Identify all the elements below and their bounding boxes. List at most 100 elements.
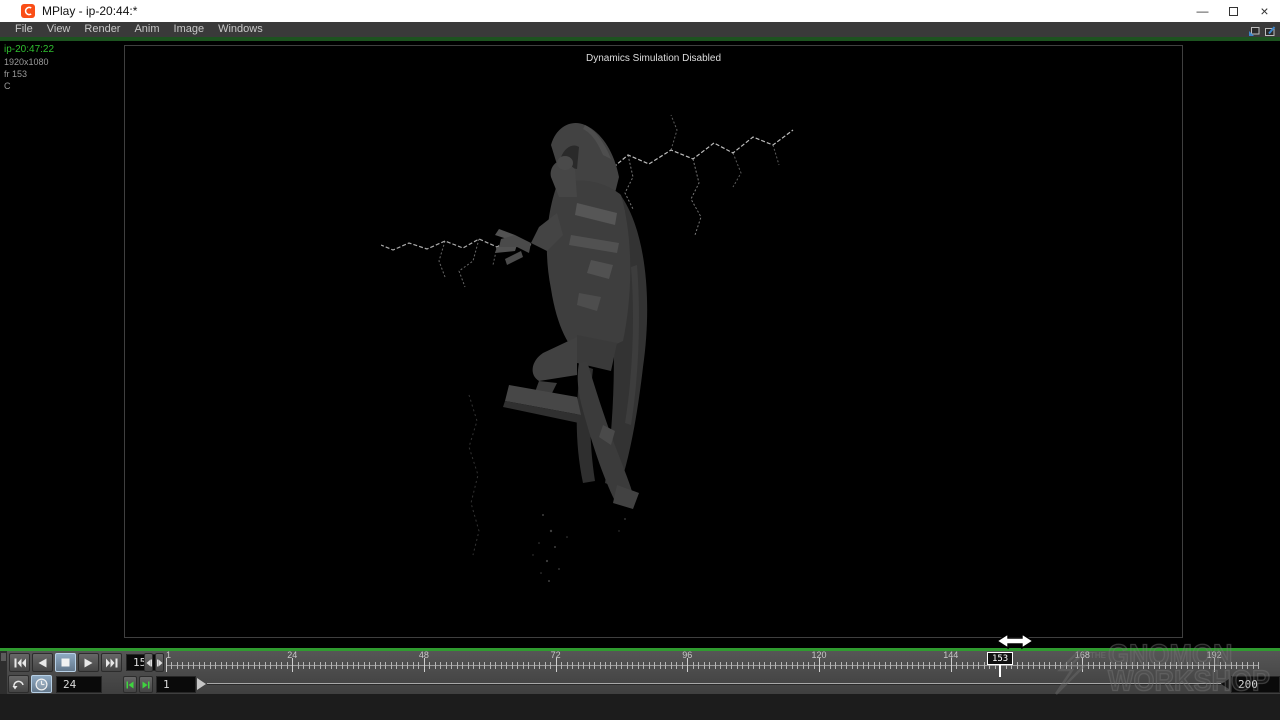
timeline-tick [171, 662, 172, 669]
timeline-tick [210, 662, 211, 669]
timeline-tick [907, 662, 908, 669]
timeline-tick [934, 662, 935, 669]
timeline-tick [589, 662, 590, 669]
timeline-tick [600, 662, 601, 669]
timeline-tick [204, 662, 205, 669]
timeline-tick [901, 662, 902, 669]
timeline-tick [830, 662, 831, 669]
go-to-start-button[interactable] [9, 653, 30, 672]
timeline-tick-label: 24 [287, 650, 297, 660]
playhead-flag[interactable]: 153 [987, 652, 1013, 665]
timeline-tick [1049, 662, 1050, 669]
timeline-tick [1192, 662, 1193, 669]
playbar-splitter-handle[interactable] [0, 651, 7, 694]
timeline-tick [1203, 662, 1204, 669]
timeline-tick [912, 662, 913, 669]
range-slider[interactable] [207, 683, 1221, 685]
timeline-tick [567, 662, 568, 669]
timeline-tick [221, 662, 222, 669]
timeline-tick [967, 662, 968, 669]
minimize-button[interactable]: — [1187, 0, 1218, 22]
timeline-tick [940, 662, 941, 669]
menu-view[interactable]: View [40, 22, 78, 37]
realtime-playback-button[interactable] [31, 675, 52, 693]
menu-anim[interactable]: Anim [127, 22, 166, 37]
step-back-button[interactable] [144, 653, 153, 672]
loop-icon [12, 678, 25, 690]
timeline-tick [1236, 662, 1237, 669]
fps-field[interactable]: 24 [56, 676, 102, 693]
timeline-tick [407, 662, 408, 669]
timeline-tick [265, 662, 266, 669]
set-range-end-button[interactable] [139, 676, 153, 693]
close-button[interactable]: × [1249, 0, 1280, 22]
timeline-tick [742, 662, 743, 669]
timeline-tick-label: 192 [1207, 650, 1222, 660]
timeline-tick [1242, 662, 1243, 669]
timeline-tick [1060, 662, 1061, 669]
timeline-tick [682, 662, 683, 669]
maximize-icon [1229, 7, 1238, 16]
playhead-frame-label: 153 [992, 654, 1008, 664]
menu-file[interactable]: File [8, 22, 40, 37]
go-to-end-button[interactable] [101, 653, 122, 672]
timeline-tick-label: 96 [682, 650, 692, 660]
timeline-tick [512, 662, 513, 669]
timeline-tick [331, 662, 332, 669]
play-forward-button[interactable] [78, 653, 99, 672]
timeline-playhead[interactable]: 153 [987, 652, 1013, 677]
play-icon [84, 658, 93, 668]
timeline-tick [1039, 662, 1040, 669]
timeline-tick [803, 662, 804, 669]
timeline-tick [808, 662, 809, 669]
set-range-start-button[interactable] [123, 676, 137, 693]
play-reverse-button[interactable] [32, 653, 53, 672]
timeline-tick [660, 662, 661, 669]
range-slider-handle[interactable] [197, 678, 206, 690]
menu-image[interactable]: Image [167, 22, 212, 37]
timeline-tick [594, 662, 595, 669]
timeline-tick [1225, 662, 1226, 669]
range-start-value: 1 [163, 678, 170, 691]
timeline-tick [1104, 662, 1105, 669]
timeline-tick [303, 662, 304, 669]
menu-windows[interactable]: Windows [211, 22, 270, 37]
timeline-tick [446, 662, 447, 669]
timeline-tick [973, 662, 974, 669]
timeline-tick [325, 662, 326, 669]
timeline-tick [1088, 662, 1089, 669]
timeline-ruler[interactable]: 153 124487296120144168192 [166, 652, 1258, 674]
timeline-tick [698, 662, 699, 669]
timeline-tick [1154, 662, 1155, 669]
image-viewport[interactable]: Dynamics Simulation Disabled [124, 45, 1183, 638]
timeline-tick [1033, 662, 1034, 669]
timeline-tick [534, 662, 535, 669]
timeline-tick [177, 662, 178, 669]
range-start-icon [126, 681, 134, 689]
maximize-button[interactable] [1218, 0, 1249, 22]
range-end-field[interactable]: 200 [1231, 676, 1280, 693]
step-forward-button[interactable] [155, 653, 164, 672]
timeline-tick [479, 662, 480, 669]
timeline-tick [923, 662, 924, 669]
menu-render[interactable]: Render [77, 22, 127, 37]
timeline-tick [627, 662, 628, 669]
timeline-tick [1055, 662, 1056, 669]
stop-button[interactable] [55, 653, 76, 672]
timeline-tick [632, 662, 633, 669]
timeline-tick [874, 662, 875, 669]
timeline-tick [523, 662, 524, 669]
timeline-tick [193, 662, 194, 669]
timeline-tick [298, 662, 299, 669]
timeline-tick [1126, 662, 1127, 669]
timeline-tick [528, 662, 529, 669]
channel-readout: C [4, 80, 54, 92]
clock-icon [35, 678, 48, 691]
timeline-tick [676, 662, 677, 669]
timeline-tick [687, 658, 688, 672]
loop-mode-button[interactable] [8, 675, 29, 693]
current-frame-field[interactable]: 153 [126, 654, 158, 671]
range-start-field[interactable]: 1 [156, 676, 196, 693]
timeline-tick [1071, 662, 1072, 669]
timeline-tick [1099, 662, 1100, 669]
